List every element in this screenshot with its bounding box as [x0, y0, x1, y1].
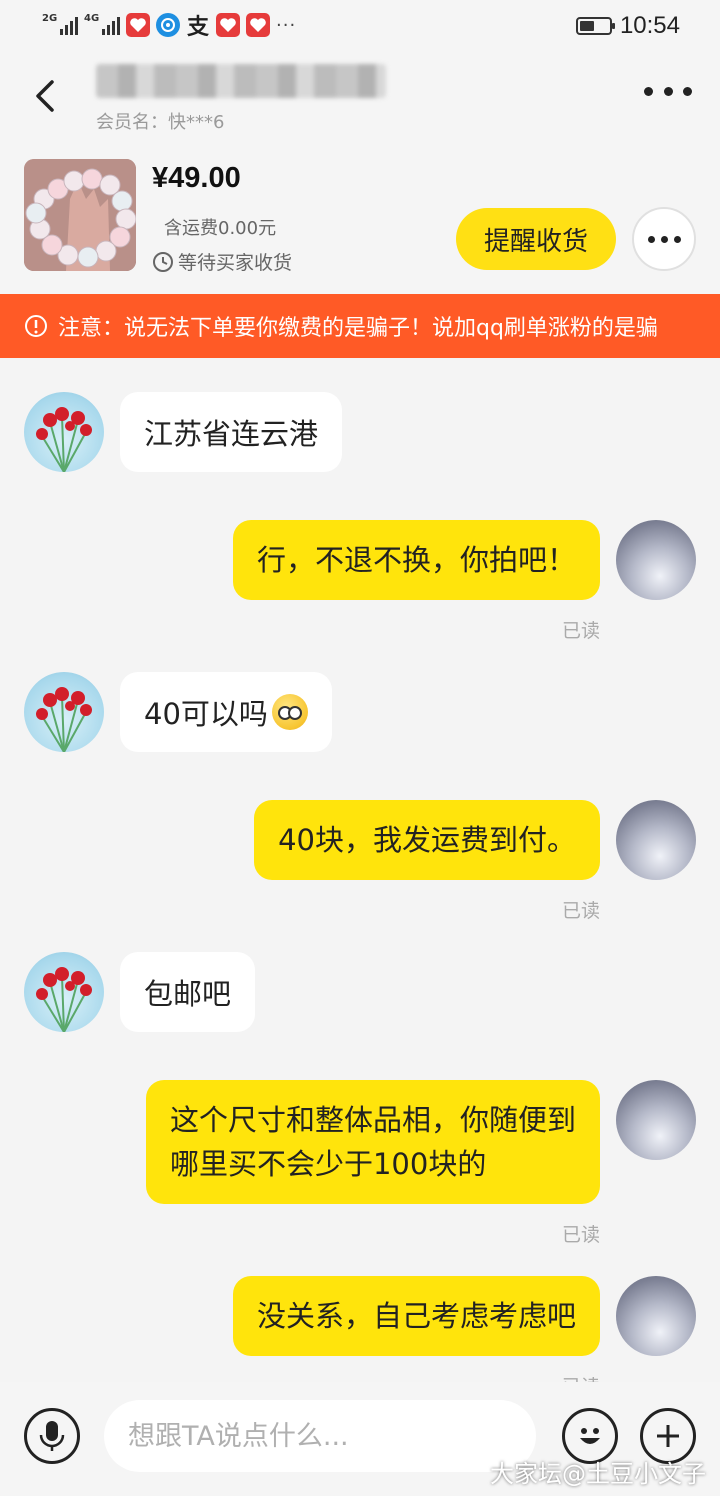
message-input[interactable]	[104, 1400, 536, 1472]
order-status-text: 等待买家收货	[178, 252, 293, 274]
outgoing-message[interactable]: 行，不退不换，你拍吧！	[232, 520, 600, 600]
read-receipt: 已读	[561, 900, 600, 922]
sim1-label: 2G	[42, 13, 58, 24]
outgoing-message[interactable]: 40块，我发运费到付。	[254, 800, 600, 880]
product-card[interactable]: ¥49.00 含运费0.00元 等待买家收货 提醒收货	[0, 146, 720, 294]
incoming-message[interactable]: 江苏省连云港	[120, 392, 343, 472]
seller-avatar[interactable]	[616, 520, 696, 600]
rolling-eyes-emoji-icon	[271, 694, 308, 730]
chat-header: 会员名：快***6	[0, 50, 720, 146]
chat-messages[interactable]: 江苏省连云港 行，不退不换，你拍吧！ 已读 40可以吗 40块，我发运费到付。 …	[0, 358, 720, 1382]
back-button[interactable]	[28, 72, 68, 118]
pinduoduo-icon	[246, 13, 270, 37]
order-status: 等待买家收货	[152, 248, 292, 275]
clock-icon	[153, 251, 173, 272]
input-bar: 大家坛@土豆小文子	[0, 1382, 720, 1496]
seller-avatar[interactable]	[616, 800, 696, 880]
bracelet-image	[24, 159, 136, 271]
voice-input-button[interactable]	[24, 1408, 80, 1464]
fraud-warning-banner: 注意：说无法下单要你缴费的是骗子！说加qq刷单涨粉的是骗	[0, 294, 720, 358]
sim2-label: 4G	[84, 13, 100, 24]
battery-icon	[575, 17, 615, 35]
battery-fill	[579, 21, 594, 31]
pinduoduo-icon	[126, 13, 150, 37]
sim1-signal-icon: 2G	[42, 13, 78, 37]
outgoing-message-line: 哪里买不会少于100块的	[169, 1147, 487, 1181]
buyer-avatar[interactable]	[24, 392, 104, 472]
outgoing-message[interactable]: 这个尺寸和整体品相，你随便到 哪里买不会少于100块的	[145, 1080, 600, 1204]
smiley-icon	[580, 1428, 600, 1444]
read-receipt: 已读	[561, 620, 600, 642]
blurred-contact-name	[96, 64, 386, 98]
back-arrow-icon	[36, 80, 54, 112]
sim2-signal-icon: 4G	[84, 13, 120, 37]
buyer-avatar[interactable]	[24, 952, 104, 1032]
pinduoduo-icon	[216, 13, 240, 37]
seller-avatar[interactable]	[616, 1276, 696, 1356]
incoming-message[interactable]: 40可以吗	[120, 672, 332, 752]
order-more-button[interactable]	[632, 207, 696, 271]
more-notifications-icon: ···	[276, 14, 297, 36]
alipay-icon-glyph: 支	[186, 15, 209, 40]
plus-icon	[657, 1425, 679, 1447]
incoming-message-text: 40可以吗	[144, 697, 268, 731]
outgoing-message-line: 这个尺寸和整体品相，你随便到	[169, 1103, 576, 1137]
status-bar: 2G 4G 支 ··· 10:54	[0, 0, 720, 50]
incoming-message[interactable]: 包邮吧	[120, 952, 256, 1032]
outgoing-message[interactable]: 没关系，自己考虑考虑吧	[232, 1276, 600, 1356]
seller-avatar[interactable]	[616, 1080, 696, 1160]
status-bar-left: 2G 4G 支 ···	[42, 12, 297, 40]
status-bar-right: 10:54	[575, 12, 680, 40]
clock: 10:54	[619, 12, 680, 39]
buyer-avatar[interactable]	[24, 672, 104, 752]
product-thumbnail[interactable]	[24, 159, 136, 271]
remind-receipt-button[interactable]: 提醒收货	[456, 208, 616, 270]
product-price: ¥49.00	[152, 162, 241, 194]
member-name: 会员名：快***6	[96, 112, 225, 133]
read-receipt: 已读	[561, 1224, 600, 1246]
more-options-button[interactable]	[644, 76, 692, 106]
watermark: 大家坛@土豆小文子	[490, 1460, 706, 1488]
warning-text: 注意：说无法下单要你缴费的是骗子！说加qq刷单涨粉的是骗	[58, 316, 658, 341]
microphone-icon	[39, 1421, 65, 1451]
qq-browser-icon	[156, 13, 180, 37]
alipay-icon: 支	[186, 13, 210, 40]
warning-icon	[25, 315, 47, 337]
read-receipt: 已读	[562, 1372, 600, 1382]
shipping-fee: 含运费0.00元	[164, 218, 277, 239]
